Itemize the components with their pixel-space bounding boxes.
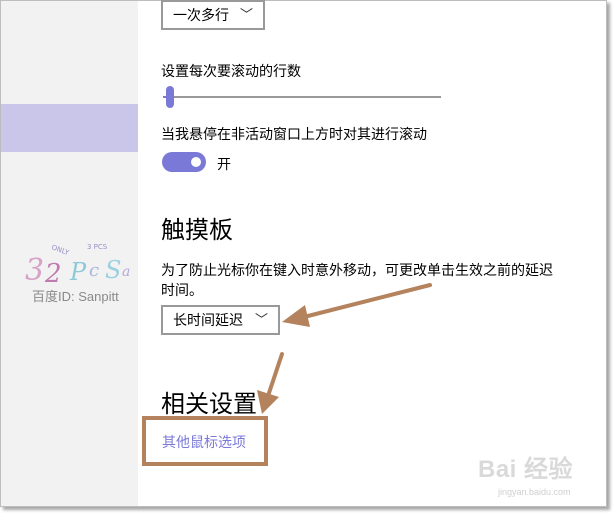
svg-text:S: S (105, 256, 121, 284)
svg-text:2: 2 (44, 259, 62, 289)
baidu-jingyan-logo: Bai 经验 (478, 456, 574, 483)
watermark-text: 百度ID: Sanpitt (32, 289, 119, 304)
svg-text:a: a (122, 264, 130, 280)
svg-text:3: 3 (25, 253, 44, 288)
svg-text:P: P (69, 258, 87, 286)
arrow-to-delay-dropdown-icon (282, 283, 432, 327)
baidu-jingyan-url: jingyan.baidu.com (498, 487, 571, 497)
watermark-only-text: ONLY (50, 243, 70, 257)
svg-text:c: c (89, 260, 99, 281)
watermark-3pcs-text: 3 PCS (87, 243, 108, 251)
arrow-to-related-link-icon (257, 352, 284, 414)
